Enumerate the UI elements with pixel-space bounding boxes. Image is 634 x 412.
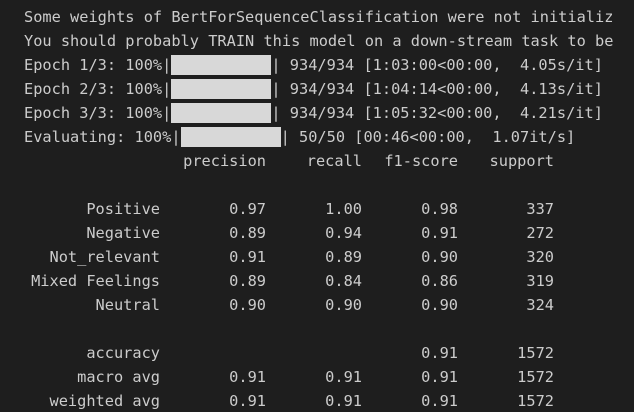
progress-suffix: | 934/934 [1:03:00<00:00, 4.05s/it] <box>271 56 603 74</box>
progress-prefix: Epoch 1/3: 100%| <box>24 56 172 74</box>
summary-label: accuracy <box>86 344 160 362</box>
row-precision: 0.90 <box>229 296 266 314</box>
row-precision: 0.91 <box>229 248 266 266</box>
row-recall: 0.89 <box>325 248 362 266</box>
row-support: 337 <box>526 200 554 218</box>
row-f1-score: 0.90 <box>421 296 458 314</box>
progress-suffix: | 934/934 [1:05:32<00:00, 4.21s/it] <box>271 104 603 122</box>
summary-support: 1572 <box>517 392 554 410</box>
row-label: Mixed Feelings <box>31 272 160 290</box>
row-f1-score: 0.91 <box>421 224 458 242</box>
row-precision: 0.89 <box>229 224 266 242</box>
warning-line-2: You should probably TRAIN this model on … <box>24 32 614 50</box>
row-label: Positive <box>86 200 160 218</box>
progress-line: Epoch 2/3: 100%| | 934/934 [1:04:14<00:00… <box>24 79 603 99</box>
summary-f1-score: 0.91 <box>421 392 458 410</box>
summary-recall: 0.91 <box>325 392 362 410</box>
summary-precision: 0.91 <box>229 368 266 386</box>
header-recall: recall <box>306 152 362 170</box>
progress-prefix: Epoch 3/3: 100%| <box>24 104 172 122</box>
summary-precision <box>168 343 266 363</box>
summary-recall: 0.91 <box>325 368 362 386</box>
summary-recall <box>266 343 362 363</box>
progress-prefix: Evaluating: 100%| <box>24 128 181 146</box>
summary-precision: 0.91 <box>229 392 266 410</box>
terminal-output: Some weights of BertForSequenceClassific… <box>0 0 634 412</box>
warning-line-1: Some weights of BertForSequenceClassific… <box>24 8 614 26</box>
row-precision: 0.97 <box>229 200 266 218</box>
progress-bar <box>180 127 281 147</box>
summary-support: 1572 <box>517 344 554 362</box>
header-f1-score: f1-score <box>384 152 458 170</box>
summary-label: weighted avg <box>49 392 160 410</box>
progress-bar <box>171 103 272 123</box>
row-support: 320 <box>526 248 554 266</box>
row-recall: 0.94 <box>325 224 362 242</box>
progress-line: Epoch 3/3: 100%| | 934/934 [1:05:32<00:00… <box>24 103 603 123</box>
progress-suffix: | 50/50 [00:46<00:00, 1.07it/s] <box>280 128 576 146</box>
header-precision: precision <box>183 152 266 170</box>
row-support: 319 <box>526 272 554 290</box>
row-f1-score: 0.86 <box>421 272 458 290</box>
progress-line: Epoch 1/3: 100%| | 934/934 [1:03:00<00:00… <box>24 55 603 75</box>
row-label: Neutral <box>95 296 160 314</box>
progress-line: Evaluating: 100%| | 50/50 [00:46<00:00, 1… <box>24 127 575 147</box>
summary-f1-score: 0.91 <box>421 368 458 386</box>
summary-label: macro avg <box>77 368 160 386</box>
row-label: Negative <box>86 224 160 242</box>
summary-f1-score: 0.91 <box>421 344 458 362</box>
row-support: 272 <box>526 224 554 242</box>
row-label: Not_relevant <box>49 248 160 266</box>
row-recall: 0.90 <box>325 296 362 314</box>
row-f1-score: 0.98 <box>421 200 458 218</box>
summary-support: 1572 <box>517 368 554 386</box>
progress-prefix: Epoch 2/3: 100%| <box>24 80 172 98</box>
progress-bar <box>171 79 272 99</box>
row-recall: 0.84 <box>325 272 362 290</box>
header-support: support <box>489 152 554 170</box>
progress-bar <box>171 55 272 75</box>
progress-suffix: | 934/934 [1:04:14<00:00, 4.13s/it] <box>271 80 603 98</box>
row-support: 324 <box>526 296 554 314</box>
row-recall: 1.00 <box>325 200 362 218</box>
row-f1-score: 0.90 <box>421 248 458 266</box>
row-precision: 0.89 <box>229 272 266 290</box>
